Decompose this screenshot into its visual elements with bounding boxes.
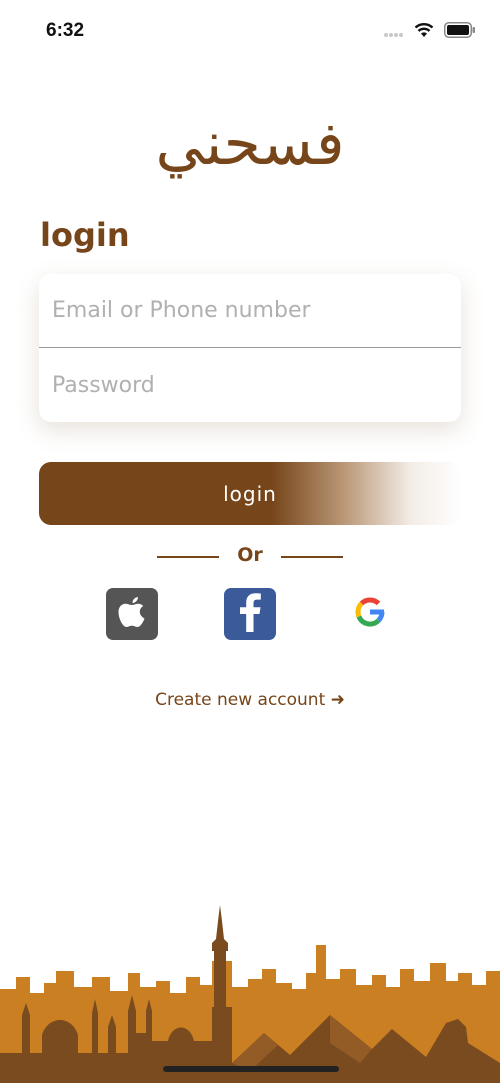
wifi-icon [414,22,434,42]
status-bar: 6:32 [0,0,500,60]
login-form-card: Email or Phone number Password [39,274,461,422]
google-login-button[interactable] [344,588,396,640]
home-indicator [163,1066,339,1072]
cellular-dots-icon [384,23,404,42]
create-account-link[interactable]: Create new account ➜ [0,690,500,710]
page-title: login [40,216,130,254]
or-divider: Or [157,544,343,570]
login-button[interactable]: login [39,462,461,525]
apple-icon [117,595,147,633]
battery-icon [444,22,476,42]
status-icons [384,22,476,42]
or-label: Or [237,544,263,566]
city-skyline-illustration [0,905,500,1083]
facebook-login-button[interactable] [224,588,276,640]
facebook-icon [238,592,262,636]
status-time: 6:32 [46,20,85,41]
apple-login-button[interactable] [106,588,158,640]
divider-line-right [281,556,343,558]
logo-text: فسحني [155,109,345,179]
google-icon [350,592,390,636]
app-logo: فسحني [0,104,500,184]
password-field[interactable]: Password [39,348,461,422]
email-field[interactable]: Email or Phone number [39,274,461,348]
